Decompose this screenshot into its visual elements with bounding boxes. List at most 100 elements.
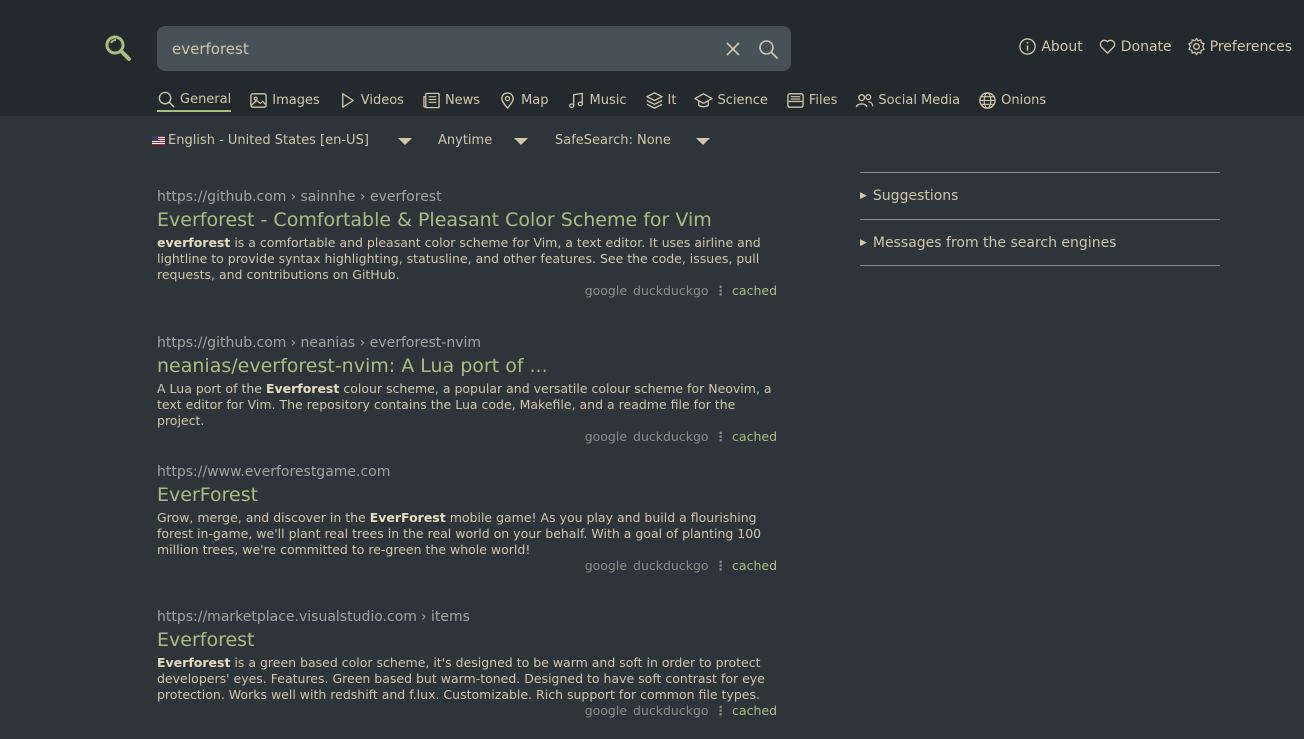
clear-icon[interactable] — [724, 40, 742, 58]
result-snippet: A Lua port of the Everforest colour sche… — [157, 381, 775, 429]
snippet-highlight: EverForest — [369, 510, 446, 525]
donate-link[interactable]: Donate — [1098, 37, 1172, 56]
cached-link[interactable]: ⋮ cached — [715, 429, 777, 444]
snippet-text: is a comfortable and pleasant color sche… — [157, 235, 761, 282]
result-domain: https://github.com — [157, 189, 287, 205]
engine-label: google — [584, 558, 628, 573]
cached-link[interactable]: ⋮ cached — [715, 283, 777, 298]
snippet-highlight: everforest — [157, 235, 231, 250]
tab-label: General — [180, 91, 232, 107]
tab-it[interactable]: It — [645, 88, 677, 112]
layers-icon — [645, 91, 663, 109]
language-select[interactable]: English - United States [en-US] — [152, 133, 412, 148]
engine-label: duckduckgo — [633, 558, 709, 573]
result-engines: google duckduckgo ⋮ cached — [157, 703, 777, 718]
tab-files[interactable]: Files — [786, 88, 838, 112]
engine-label: google — [584, 283, 628, 298]
engine-label: duckduckgo — [633, 283, 709, 298]
result-engines: google duckduckgo ⋮ cached — [157, 283, 777, 298]
engine-messages-toggle[interactable]: ▶ Messages from the search engines — [860, 219, 1220, 266]
cached-label: cached — [732, 703, 777, 718]
graduation-cap-icon — [694, 92, 714, 107]
result-url: https://github.com › sainnhe › everforest — [157, 189, 777, 205]
tab-science[interactable]: Science — [694, 88, 768, 112]
suggestions-toggle[interactable]: ▶ Suggestions — [860, 172, 1220, 219]
tab-label: Map — [521, 92, 549, 108]
tab-label: Social Media — [878, 92, 961, 108]
engine-messages-label: Messages from the search engines — [872, 234, 1117, 251]
result-breadcrumb: › neanias › everforest-nvim — [290, 335, 482, 351]
result-breadcrumb: › items — [420, 609, 470, 625]
tab-general[interactable]: General — [157, 88, 232, 112]
search-icon — [158, 91, 175, 108]
tab-label: It — [667, 92, 677, 108]
people-icon — [856, 93, 874, 107]
cached-label: cached — [732, 283, 777, 298]
safesearch-select[interactable]: SafeSearch: None — [555, 133, 715, 148]
about-label: About — [1041, 38, 1083, 55]
newspaper-icon — [423, 92, 440, 108]
map-pin-icon — [501, 91, 514, 109]
search-input[interactable] — [172, 26, 712, 71]
more-icon: ⋮ — [714, 283, 728, 298]
result-url: https://github.com › neanias › everforest… — [157, 335, 777, 351]
image-icon — [250, 92, 267, 108]
info-icon — [1019, 38, 1037, 55]
snippet-highlight: Everforest — [157, 655, 231, 670]
result-snippet: everforest is a comfortable and pleasant… — [157, 235, 775, 283]
tab-news[interactable]: News — [422, 88, 480, 112]
tab-images[interactable]: Images — [249, 88, 320, 112]
sidebar: ▶ Suggestions ▶ Messages from the search… — [860, 172, 1220, 266]
tab-label: Onions — [1001, 92, 1047, 108]
result-domain: https://github.com — [157, 335, 287, 351]
tab-label: Files — [808, 92, 838, 108]
result-title-link[interactable]: Everforest — [157, 629, 777, 651]
tab-music[interactable]: Music — [567, 88, 627, 112]
result-snippet: Grow, merge, and discover in the EverFor… — [157, 510, 775, 558]
tab-onions[interactable]: Onions — [978, 88, 1046, 112]
snippet-text: Grow, merge, and discover in the — [157, 510, 370, 525]
result-engines: google duckduckgo ⋮ cached — [157, 558, 777, 573]
category-tabs: General Images Videos News Map Music It … — [157, 88, 1064, 112]
chevron-down-icon — [398, 138, 412, 145]
search-filters: English - United States [en-US] Anytime … — [152, 133, 715, 148]
chevron-down-icon — [696, 138, 710, 145]
preferences-link[interactable]: Preferences — [1187, 37, 1292, 56]
tab-map[interactable]: Map — [498, 88, 549, 112]
result-breadcrumb: › sainnhe › everforest — [290, 189, 442, 205]
engine-label: duckduckgo — [633, 703, 709, 718]
result-domain: https://marketplace.visualstudio.com — [157, 609, 417, 625]
play-icon — [341, 92, 354, 108]
more-icon: ⋮ — [714, 558, 728, 573]
result-item: https://marketplace.visualstudio.com › it… — [157, 609, 777, 718]
cached-link[interactable]: ⋮ cached — [715, 558, 777, 573]
cached-label: cached — [732, 429, 777, 444]
music-icon — [568, 92, 583, 108]
tab-label: Science — [717, 92, 768, 108]
about-link[interactable]: About — [1018, 37, 1083, 56]
us-flag-icon — [152, 136, 165, 145]
tab-videos[interactable]: Videos — [338, 88, 404, 112]
triangle-right-icon: ▶ — [860, 191, 867, 201]
time-select[interactable]: Anytime — [438, 133, 555, 148]
logo-icon[interactable] — [104, 34, 132, 62]
result-url: https://marketplace.visualstudio.com › it… — [157, 609, 777, 625]
search-icon[interactable] — [757, 38, 779, 60]
language-value: English - United States [en-US] — [168, 133, 369, 148]
tab-label: Images — [272, 92, 320, 108]
engine-label: google — [584, 429, 628, 444]
heart-icon — [1099, 39, 1116, 54]
triangle-right-icon: ▶ — [860, 237, 867, 248]
result-title-link[interactable]: EverForest — [157, 484, 777, 506]
result-title-link[interactable]: Everforest - Comfortable & Pleasant Colo… — [157, 209, 777, 231]
gear-icon — [1187, 37, 1205, 56]
safesearch-value: SafeSearch: None — [555, 133, 671, 148]
result-item: https://github.com › sainnhe › everforest… — [157, 189, 777, 298]
globe-icon — [979, 91, 996, 109]
cached-link[interactable]: ⋮ cached — [715, 703, 777, 718]
more-icon: ⋮ — [714, 429, 728, 444]
tab-social-media[interactable]: Social Media — [855, 88, 960, 112]
header-bar: About Donate Preferences General — [0, 0, 1304, 116]
result-snippet: Everforest is a green based color scheme… — [157, 655, 775, 703]
result-title-link[interactable]: neanias/everforest-nvim: A Lua port of .… — [157, 355, 777, 377]
